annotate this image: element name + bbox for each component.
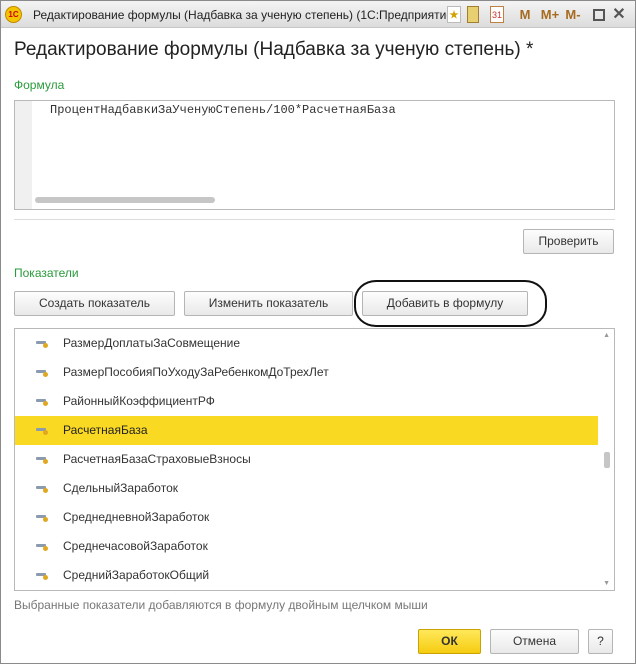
list-item-label: СреднечасовойЗаработок — [63, 539, 208, 553]
scroll-down-icon[interactable]: ▼ — [603, 580, 610, 587]
memory-plus-button[interactable]: M+ — [539, 6, 561, 23]
app-logo-icon: 1С — [5, 6, 22, 23]
formula-text[interactable]: ПроцентНадбавкиЗаУченуюСтепень/100*Расче… — [50, 103, 396, 117]
window-title: Редактирование формулы (Надбавка за учен… — [33, 8, 457, 22]
highlight-annotation — [354, 280, 547, 327]
indicator-icon — [36, 370, 48, 377]
ok-button[interactable]: ОК — [418, 629, 481, 654]
edit-indicator-button[interactable]: Изменить показатель — [184, 291, 353, 316]
cancel-button[interactable]: Отмена — [490, 629, 579, 654]
list-item-label: РазмерПособияПоУходуЗаРебенкомДоТрехЛет — [63, 365, 329, 379]
horizontal-scrollbar[interactable] — [35, 197, 215, 203]
favorites-icon[interactable]: ★ — [447, 6, 461, 23]
indicators-label: Показатели — [14, 266, 79, 280]
list-item[interactable]: СреднечасовойЗаработок — [15, 532, 598, 561]
list-item[interactable]: РазмерДоплатыЗаСовмещение — [15, 329, 598, 358]
list-item[interactable]: СдельныйЗаработок — [15, 474, 598, 503]
check-button[interactable]: Проверить — [523, 229, 614, 254]
indicator-icon — [36, 515, 48, 522]
indicator-icon — [36, 573, 48, 580]
memory-button[interactable]: M — [518, 6, 532, 23]
list-item-label: РасчетнаяБазаСтраховыеВзносы — [63, 452, 251, 466]
list-item-label: СреднийЗаработокОбщий — [63, 568, 210, 582]
indicator-icon — [36, 486, 48, 493]
create-indicator-button[interactable]: Создать показатель — [14, 291, 175, 316]
list-item[interactable]: РасчетнаяБазаСтраховыеВзносы — [15, 445, 598, 474]
help-button[interactable]: ? — [588, 629, 613, 654]
hint-text: Выбранные показатели добавляются в форму… — [14, 598, 428, 612]
list-item-label: СдельныйЗаработок — [63, 481, 178, 495]
editor-gutter — [15, 101, 32, 209]
vertical-scrollbar-thumb[interactable] — [604, 452, 610, 468]
indicator-icon — [36, 428, 48, 435]
divider — [14, 219, 615, 220]
dialog-window: 1С Редактирование формулы (Надбавка за у… — [0, 0, 636, 664]
list-item[interactable]: РайонныйКоэффициентРФ — [15, 387, 598, 416]
list-item-label: РазмерДоплатыЗаСовмещение — [63, 336, 241, 350]
scroll-up-icon[interactable]: ▲ — [603, 332, 610, 339]
list-item[interactable]: РасчетнаяБаза — [15, 416, 598, 445]
maximize-icon[interactable] — [593, 9, 605, 21]
list-item[interactable]: СреднедневнойЗаработок — [15, 503, 598, 532]
list-item[interactable]: РазмерПособияПоУходуЗаРебенкомДоТрехЛет — [15, 358, 598, 387]
close-icon[interactable]: ✕ — [612, 6, 626, 23]
page-title: Редактирование формулы (Надбавка за учен… — [14, 39, 534, 60]
list-item-label: РайонныйКоэффициентРФ — [63, 394, 215, 408]
calculator-icon[interactable] — [467, 6, 479, 23]
list-item-label: СреднедневнойЗаработок — [63, 510, 210, 524]
title-bar: 1С Редактирование формулы (Надбавка за у… — [1, 1, 635, 28]
formula-editor[interactable]: ПроцентНадбавкиЗаУченуюСтепень/100*Расче… — [14, 100, 615, 210]
indicator-icon — [36, 341, 48, 348]
list-item[interactable]: СреднийЗаработокОбщий — [15, 561, 598, 590]
indicators-list[interactable]: СреднийЗаработокОбщий СреднечасовойЗарабо… — [14, 328, 615, 591]
indicator-icon — [36, 399, 48, 406]
memory-minus-button[interactable]: M- — [563, 6, 583, 23]
indicator-icon — [36, 544, 48, 551]
indicator-icon — [36, 457, 48, 464]
formula-label: Формула — [14, 78, 65, 92]
calendar-icon[interactable]: 31 — [490, 6, 504, 23]
list-item-label: РасчетнаяБаза — [63, 423, 148, 437]
